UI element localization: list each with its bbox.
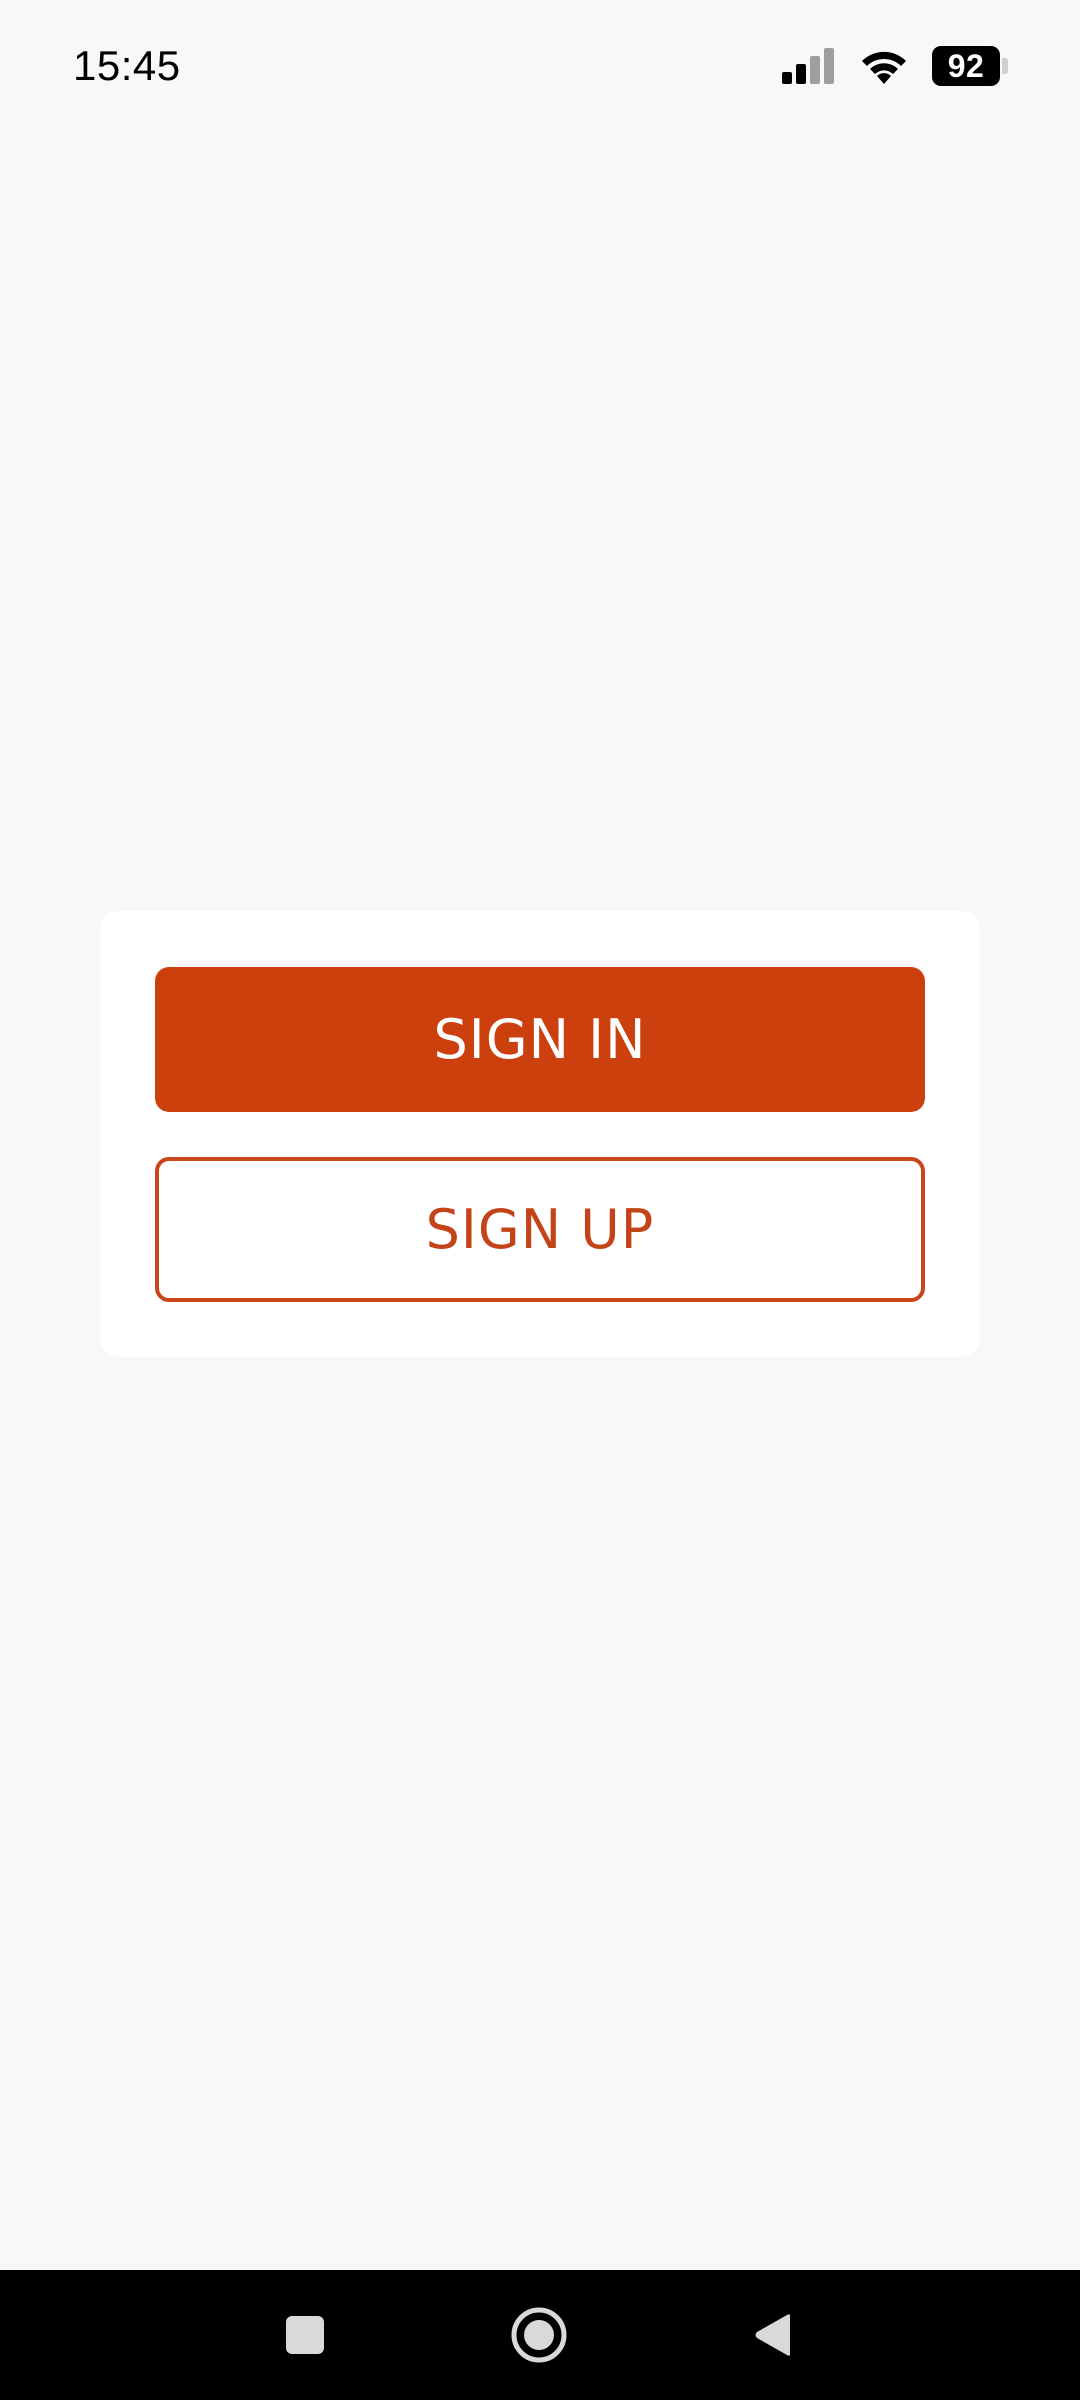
home-button[interactable] — [479, 2270, 599, 2400]
status-time: 15:45 — [73, 42, 181, 89]
sign-in-button[interactable]: SIGN IN — [155, 967, 925, 1112]
auth-card: SIGN IN SIGN UP — [100, 911, 980, 1357]
status-bar: 15:45 92 — [0, 0, 1080, 136]
battery-level: 92 — [932, 46, 1000, 86]
app-screen: 15:45 92 SIGN IN SIGN UP — [0, 0, 1080, 2400]
triangle-back-icon — [752, 2312, 794, 2358]
square-icon — [285, 2315, 325, 2355]
circle-icon — [510, 2306, 568, 2364]
recents-button[interactable] — [245, 2270, 365, 2400]
navigation-bar — [0, 2270, 1080, 2400]
wifi-icon — [858, 46, 910, 86]
cellular-signal-icon — [780, 46, 836, 86]
back-button[interactable] — [713, 2270, 833, 2400]
battery-icon: 92 — [932, 46, 1008, 86]
battery-cap — [1002, 58, 1008, 74]
status-icons: 92 — [780, 44, 1008, 88]
sign-up-button[interactable]: SIGN UP — [155, 1157, 925, 1302]
